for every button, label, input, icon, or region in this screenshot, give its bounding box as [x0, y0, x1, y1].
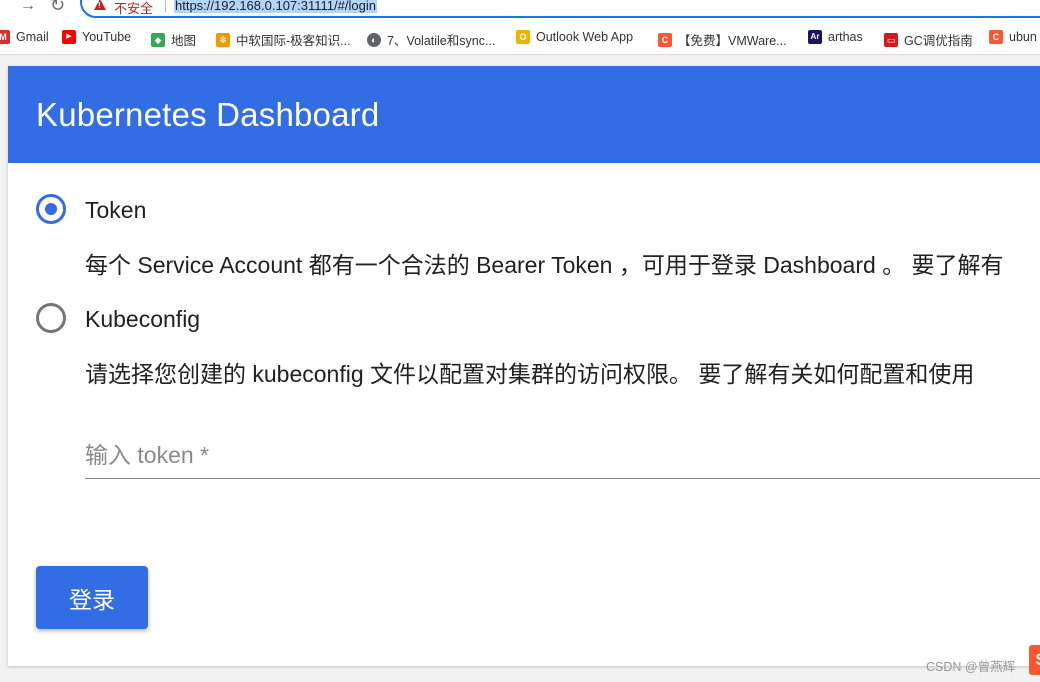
bookmark-label: GC调优指南 — [904, 34, 973, 48]
url-omnibox[interactable]: ! 不安全 https://192.168.0.107:31111/#/logi… — [80, 0, 1040, 18]
bookmark-label: 中软国际-极客知识... — [236, 34, 351, 48]
bookmark-gc-guide[interactable]: ▭ GC调优指南 — [884, 30, 973, 49]
page-title: Kubernetes Dashboard — [36, 96, 380, 133]
token-radio[interactable] — [36, 194, 66, 224]
token-field — [85, 433, 1040, 479]
token-option-description: 每个 Service Account 都有一个合法的 Bearer Token … — [85, 252, 1004, 278]
bookmark-label: 7、Volatile和sync... — [387, 34, 496, 48]
login-card: Kubernetes Dashboard Token 每个 Service Ac… — [8, 66, 1040, 666]
kubeconfig-option-description: 请选择您创建的 kubeconfig 文件以配置对集群的访问权限。 要了解有关如… — [85, 361, 975, 387]
forward-icon[interactable]: → — [20, 0, 36, 15]
bookmark-maps[interactable]: ◆ 地图 — [151, 30, 196, 49]
csdn-icon: C — [658, 32, 672, 47]
bookmark-youtube[interactable]: ▶ YouTube — [62, 30, 131, 44]
bookmark-label: 【免费】VMWare... — [678, 34, 787, 48]
bookmark-ubuntu[interactable]: Cubun — [989, 30, 1037, 44]
oracle-icon: ▭ — [884, 32, 898, 47]
token-option-label[interactable]: Token — [85, 197, 146, 224]
bookmark-arthas[interactable]: Ar arthas — [808, 30, 863, 44]
bookmark-label: 地图 — [171, 34, 197, 48]
bookmark-chinasoft[interactable]: ✻ 中软国际-极客知识... — [216, 30, 351, 49]
bookmark-outlook[interactable]: O Outlook Web App — [516, 30, 633, 44]
bookmark-gmail[interactable]: M Gmail — [0, 30, 49, 44]
youtube-icon: ▶ — [62, 30, 76, 44]
bookmark-label: arthas — [828, 30, 863, 44]
reload-icon[interactable]: ↻ — [50, 0, 65, 16]
kubeconfig-option-label[interactable]: Kubeconfig — [85, 306, 200, 333]
bookmark-label: YouTube — [82, 30, 132, 44]
page-body: Kubernetes Dashboard Token 每个 Service Ac… — [0, 55, 1040, 682]
csdn-logo-icon: S — [1029, 645, 1040, 675]
url-text[interactable]: https://192.168.0.107:31111/#/login — [174, 0, 377, 13]
outlook-icon: O — [516, 30, 530, 44]
warning-icon: ! — [94, 0, 106, 10]
chinasoft-icon: ✻ — [216, 32, 230, 47]
gmail-icon: M — [0, 30, 10, 44]
bookmark-label: Gmail — [16, 30, 49, 44]
token-input[interactable] — [85, 437, 1040, 473]
bookmark-label: ubun — [1009, 30, 1037, 44]
bookmark-label: Outlook Web App — [536, 30, 634, 44]
maps-icon: ◆ — [151, 32, 165, 47]
globe-icon: ◐ — [367, 32, 381, 47]
arthas-icon: Ar — [808, 30, 822, 44]
kubeconfig-radio[interactable] — [36, 303, 66, 333]
insecure-label[interactable]: 不安全 — [114, 0, 153, 17]
bookmark-volatile[interactable]: ◐ 7、Volatile和sync... — [367, 30, 495, 49]
bookmarks-bar: M Gmail ▶ YouTube ◆ 地图 ✻ 中软国际-极客知识... ◐ 7、Vol… — [0, 22, 1040, 55]
csdn-watermark: CSDN @曾燕辉 — [926, 660, 1016, 674]
signin-button[interactable]: 登录 — [36, 566, 148, 629]
header-toolbar: Kubernetes Dashboard — [8, 66, 1040, 163]
omnibox-divider — [165, 0, 166, 12]
csdn-icon: C — [989, 30, 1003, 44]
address-bar: → ↻ ! 不安全 https://192.168.0.107:31111/#/… — [0, 0, 1040, 22]
bookmark-vmware[interactable]: C 【免费】VMWare... — [658, 30, 787, 49]
